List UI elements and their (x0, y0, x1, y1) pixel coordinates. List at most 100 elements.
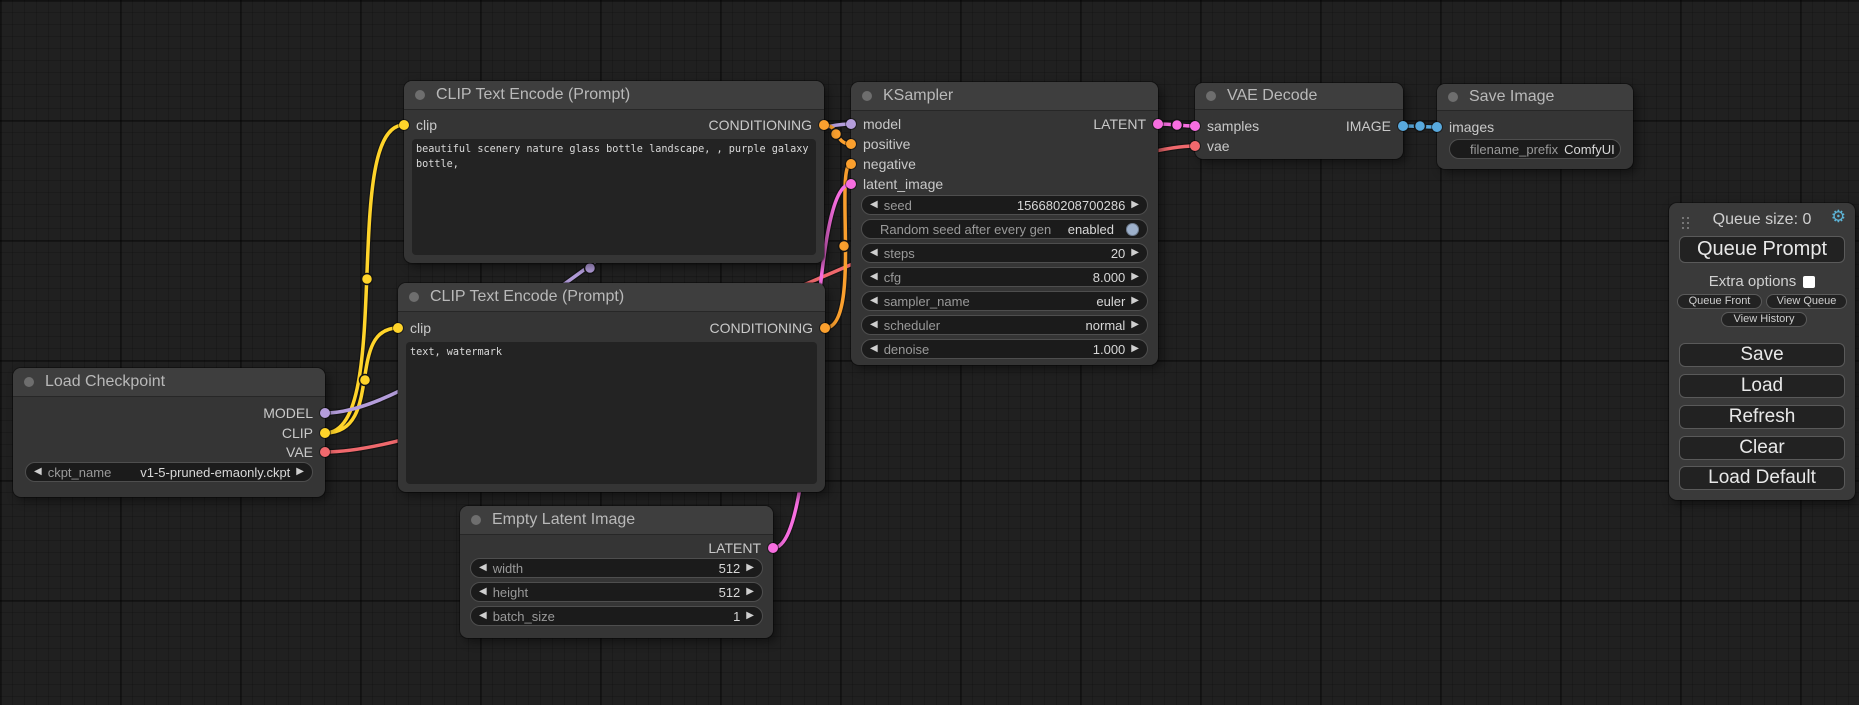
decrement-arrow-icon[interactable]: ◀ (34, 467, 42, 477)
output-slot-latent: LATENT (1093, 114, 1163, 134)
extra-options-row: Extra options (1669, 273, 1855, 290)
input-slot-latent-image: latent_image (846, 174, 943, 194)
node-load-checkpoint[interactable]: Load Checkpoint MODEL CLIP VAE ◀ ckpt_na… (13, 368, 325, 497)
image-output-socket[interactable] (1398, 121, 1408, 131)
save-button[interactable]: Save (1679, 343, 1845, 367)
extra-options-label: Extra options (1709, 273, 1797, 290)
link-midpoint-dot (1415, 121, 1426, 132)
collapse-dot-icon[interactable] (1448, 92, 1458, 102)
random-seed-toggle-widget[interactable]: Random seed after every gen enabled (861, 219, 1148, 239)
widget-value: 8.000 (1093, 270, 1126, 285)
widget-label: scheduler (884, 318, 940, 333)
slot-label: CLIP (282, 425, 313, 441)
node-empty-latent-image[interactable]: Empty Latent Image LATENT ◀ width 512 ▶ … (460, 506, 773, 638)
sampler-name-widget[interactable]: ◀ sampler_name euler ▶ (861, 291, 1148, 311)
increment-arrow-icon[interactable]: ▶ (746, 611, 754, 621)
prompt-text-area[interactable]: text, watermark (406, 342, 817, 484)
comfyui-canvas[interactable]: { "icons": {"left_arrow": "◀", "right_ar… (0, 0, 1859, 705)
node-ksampler[interactable]: KSampler model positive negative latent_… (851, 82, 1158, 365)
decrement-arrow-icon[interactable]: ◀ (870, 272, 878, 282)
increment-arrow-icon[interactable]: ▶ (296, 467, 304, 477)
increment-arrow-icon[interactable]: ▶ (1131, 344, 1139, 354)
increment-arrow-icon[interactable]: ▶ (1131, 320, 1139, 330)
node-title: KSampler (851, 82, 1158, 110)
decrement-arrow-icon[interactable]: ◀ (479, 563, 487, 573)
node-vae-decode[interactable]: VAE Decode samples vae IMAGE (1195, 83, 1403, 159)
conditioning-output-socket[interactable] (820, 323, 830, 333)
toggle-knob-icon[interactable] (1126, 223, 1139, 236)
clip-input-socket[interactable] (393, 323, 403, 333)
link-midpoint-dot (360, 375, 371, 386)
increment-arrow-icon[interactable]: ▶ (1131, 272, 1139, 282)
decrement-arrow-icon[interactable]: ◀ (870, 248, 878, 258)
decrement-arrow-icon[interactable]: ◀ (870, 320, 878, 330)
node-clip-text-encode-negative[interactable]: CLIP Text Encode (Prompt) clip CONDITION… (398, 283, 825, 492)
collapse-dot-icon[interactable] (471, 515, 481, 525)
width-widget[interactable]: ◀ width 512 ▶ (470, 558, 763, 578)
increment-arrow-icon[interactable]: ▶ (746, 587, 754, 597)
images-input-socket[interactable] (1432, 122, 1442, 132)
vae-input-socket[interactable] (1190, 141, 1200, 151)
batch-size-widget[interactable]: ◀ batch_size 1 ▶ (470, 606, 763, 626)
seed-widget[interactable]: ◀ seed 156680208700286 ▶ (861, 195, 1148, 215)
refresh-button[interactable]: Refresh (1679, 405, 1845, 429)
queue-prompt-button[interactable]: Queue Prompt (1679, 236, 1845, 263)
filename-prefix-widget[interactable]: filename_prefix ComfyUI (1449, 139, 1621, 159)
model-input-socket[interactable] (846, 119, 856, 129)
increment-arrow-icon[interactable]: ▶ (1131, 200, 1139, 210)
increment-arrow-icon[interactable]: ▶ (746, 563, 754, 573)
decrement-arrow-icon[interactable]: ◀ (479, 587, 487, 597)
increment-arrow-icon[interactable]: ▶ (1131, 296, 1139, 306)
input-slot-negative: negative (846, 154, 916, 174)
increment-arrow-icon[interactable]: ▶ (1131, 248, 1139, 258)
clip-input-socket[interactable] (399, 120, 409, 130)
node-save-image[interactable]: Save Image images filename_prefix ComfyU… (1437, 84, 1633, 169)
height-widget[interactable]: ◀ height 512 ▶ (470, 582, 763, 602)
steps-widget[interactable]: ◀ steps 20 ▶ (861, 243, 1148, 263)
widget-label: cfg (884, 270, 901, 285)
collapse-dot-icon[interactable] (862, 91, 872, 101)
collapse-dot-icon[interactable] (24, 377, 34, 387)
positive-input-socket[interactable] (846, 139, 856, 149)
decrement-arrow-icon[interactable]: ◀ (479, 611, 487, 621)
vae-output-socket[interactable] (320, 447, 330, 457)
view-history-button[interactable]: View History (1721, 312, 1807, 327)
ckpt-name-widget[interactable]: ◀ ckpt_name v1-5-pruned-emaonly.ckpt ▶ (25, 462, 313, 482)
collapse-dot-icon[interactable] (415, 90, 425, 100)
clear-button[interactable]: Clear (1679, 436, 1845, 460)
widget-label: ckpt_name (48, 465, 112, 480)
negative-input-socket[interactable] (846, 159, 856, 169)
decrement-arrow-icon[interactable]: ◀ (870, 200, 878, 210)
latent-output-socket[interactable] (768, 543, 778, 553)
prompt-text-area[interactable]: beautiful scenery nature glass bottle la… (412, 139, 816, 255)
node-clip-text-encode-positive[interactable]: CLIP Text Encode (Prompt) clip CONDITION… (404, 81, 824, 263)
input-slot-positive: positive (846, 134, 910, 154)
extra-options-checkbox[interactable] (1803, 276, 1815, 288)
scheduler-widget[interactable]: ◀ scheduler normal ▶ (861, 315, 1148, 335)
cfg-widget[interactable]: ◀ cfg 8.000 ▶ (861, 267, 1148, 287)
node-title: Save Image (1437, 84, 1633, 110)
settings-gear-icon[interactable]: ⚙ (1831, 208, 1846, 225)
link-midpoint-dot (839, 241, 850, 252)
collapse-dot-icon[interactable] (409, 292, 419, 302)
latent-output-socket[interactable] (1153, 119, 1163, 129)
latent-input-socket[interactable] (846, 179, 856, 189)
decrement-arrow-icon[interactable]: ◀ (870, 296, 878, 306)
queue-front-button[interactable]: Queue Front (1677, 294, 1762, 309)
samples-input-socket[interactable] (1190, 121, 1200, 131)
widget-label: batch_size (493, 609, 555, 624)
queue-menu-panel[interactable]: Queue size: 0 ⚙ Queue Prompt Extra optio… (1669, 203, 1855, 500)
denoise-widget[interactable]: ◀ denoise 1.000 ▶ (861, 339, 1148, 359)
decrement-arrow-icon[interactable]: ◀ (870, 344, 878, 354)
collapse-dot-icon[interactable] (1206, 91, 1216, 101)
conditioning-output-socket[interactable] (819, 120, 829, 130)
view-queue-button[interactable]: View Queue (1766, 294, 1847, 309)
widget-value: euler (1096, 294, 1125, 309)
slot-label: CONDITIONING (709, 117, 812, 133)
load-button[interactable]: Load (1679, 374, 1845, 398)
clip-output-socket[interactable] (320, 428, 330, 438)
load-default-button[interactable]: Load Default (1679, 466, 1845, 490)
model-output-socket[interactable] (320, 408, 330, 418)
widget-label: denoise (884, 342, 930, 357)
slot-label: IMAGE (1346, 118, 1391, 134)
